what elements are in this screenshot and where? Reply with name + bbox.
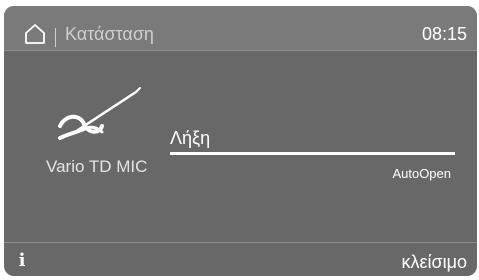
header-separator (55, 28, 56, 47)
page-title: Κατάσταση (65, 24, 154, 44)
phase-label: Λήξη (170, 128, 211, 148)
info-icon: i (18, 250, 26, 271)
surgical-instrument-icon (56, 86, 148, 148)
progress-bar-fill (170, 152, 455, 155)
progress-bar (170, 152, 455, 155)
footer-divider (4, 242, 477, 243)
info-button[interactable]: i (12, 249, 32, 273)
close-button[interactable]: κλείσιμο (401, 250, 467, 274)
clock-time: 08:15 (421, 24, 467, 44)
home-button[interactable] (24, 23, 46, 45)
header-divider (4, 50, 477, 51)
autoopen-label: AutoOpen (392, 166, 451, 181)
home-icon (25, 24, 45, 44)
header-bar: Κατάσταση 08:15 (4, 6, 477, 50)
display-screen: Κατάσταση 08:15 Vario TD MIC Λήξη AutoOp… (4, 6, 477, 276)
program-name: Vario TD MIC (46, 157, 148, 176)
